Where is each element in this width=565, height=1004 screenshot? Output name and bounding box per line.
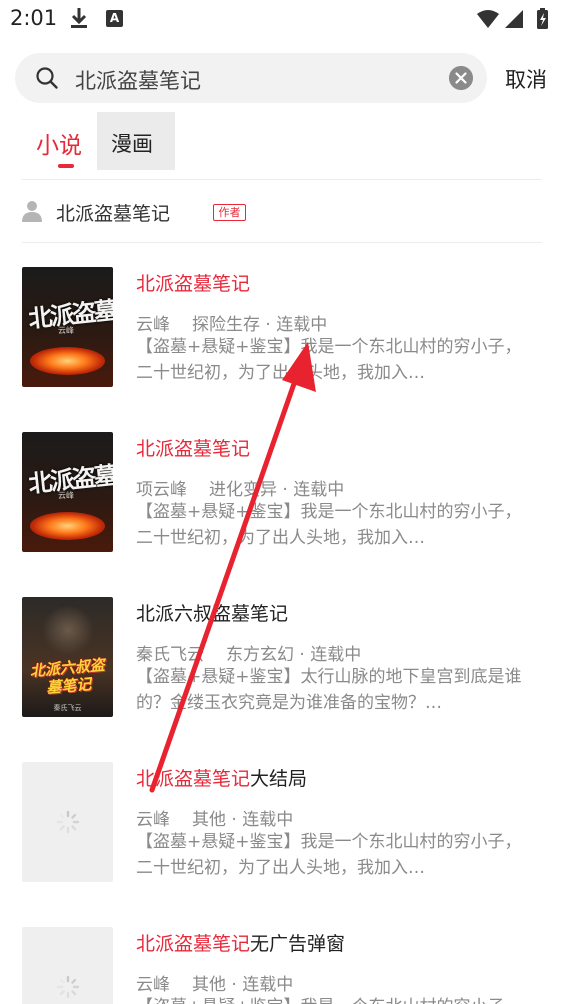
book-item[interactable]: 北派六叔盗墓笔记 秦氏飞云 北派六叔盗墓笔记 秦氏飞云 东方玄幻 · 连载中 【盗… xyxy=(22,597,542,719)
book-description: 【盗墓+悬疑+鉴宝】我是一个东北山村的穷小子，二十世纪初，为了出人头地，我加入… xyxy=(136,832,522,878)
book-genre-status: 东方玄幻 · 连载中 xyxy=(226,645,362,665)
title-rest: 北派六叔盗墓笔记 xyxy=(136,603,289,625)
status-time: 2:01 xyxy=(10,6,58,30)
book-meta: 云峰 探险生存 · 连载中 xyxy=(136,310,327,335)
book-genre-status: 进化变异 · 连载中 xyxy=(209,480,345,500)
title-highlight: 北派盗墓笔记 xyxy=(136,933,251,955)
tab-comic-label: 漫画 xyxy=(111,132,153,156)
book-author: 云峰 xyxy=(136,810,170,830)
book-item[interactable]: 北派盗墓 云峰 北派盗墓笔记 项云峰 进化变异 · 连载中 【盗墓+悬疑+鉴宝】我… xyxy=(22,432,542,554)
book-author: 云峰 xyxy=(136,315,170,335)
book-genre-status: 探险生存 · 连载中 xyxy=(192,315,328,335)
cover-author: 秦氏飞云 xyxy=(53,704,82,712)
cover-author: 云峰 xyxy=(58,326,74,335)
book-description: 【盗墓+悬疑+鉴宝】我是一个东北山村的穷小子，二十世纪初，为了出人头地，我加入… xyxy=(136,337,522,383)
book-author: 项云峰 xyxy=(136,480,187,500)
status-icons xyxy=(477,8,548,29)
book-cover: 北派盗墓 云峰 xyxy=(22,267,113,387)
loading-icon xyxy=(56,975,80,999)
cover-fire xyxy=(30,347,105,375)
book-cover-placeholder xyxy=(22,927,113,1004)
tab-novel[interactable]: 小说 xyxy=(36,112,82,170)
title-highlight: 北派盗墓笔记 xyxy=(136,768,251,790)
tab-active-indicator xyxy=(58,164,74,168)
status-bar: 2:01 A xyxy=(0,0,565,40)
signal-icon xyxy=(505,10,523,28)
book-genre-status: 其他 · 连载中 xyxy=(192,975,294,995)
book-description: 【盗墓+悬疑+鉴宝】我是一个东北山村的穷小子，二十世纪初，为了出人头地，我加入… xyxy=(136,994,532,1004)
book-meta: 云峰 其他 · 连载中 xyxy=(136,970,293,995)
loading-icon xyxy=(56,810,80,834)
book-description: 【盗墓+悬疑+鉴宝】太行山脉的地下皇宫到底是谁的？金缕玉衣究竟是为谁准备的宝物？… xyxy=(136,667,522,713)
search-input[interactable]: 北派盗墓笔记 xyxy=(75,65,201,95)
cover-author: 云峰 xyxy=(58,491,74,500)
cover-glow xyxy=(42,605,94,655)
book-title: 北派盗墓笔记 xyxy=(136,434,250,461)
book-description: 【盗墓+悬疑+鉴宝】我是一个东北山村的穷小子，二十世纪初，为了出人头地，我加入… xyxy=(136,502,522,548)
book-meta: 云峰 其他 · 连载中 xyxy=(136,805,293,830)
cover-fire xyxy=(30,512,105,540)
book-cover: 北派盗墓 云峰 xyxy=(22,432,113,552)
title-rest: 大结局 xyxy=(250,768,308,790)
notification-a-icon: A xyxy=(106,10,123,27)
download-icon xyxy=(71,8,87,28)
book-author: 秦氏飞云 xyxy=(136,645,204,665)
author-badge: 作者 xyxy=(213,204,246,221)
divider xyxy=(22,242,542,243)
search-icon xyxy=(36,67,58,89)
title-highlight: 北派盗墓笔记 xyxy=(136,438,251,460)
book-item[interactable]: 北派盗墓笔记大结局 云峰 其他 · 连载中 【盗墓+悬疑+鉴宝】我是一个东北山村的… xyxy=(22,762,542,884)
wifi-icon xyxy=(477,10,499,28)
clear-icon[interactable] xyxy=(449,66,473,90)
book-meta: 秦氏飞云 东方玄幻 · 连载中 xyxy=(136,640,361,665)
title-rest: 无广告弹窗 xyxy=(250,933,346,955)
person-icon xyxy=(22,201,42,222)
title-highlight: 北派盗墓笔记 xyxy=(136,273,251,295)
tab-comic[interactable]: 漫画 xyxy=(97,112,175,170)
search-box[interactable]: 北派盗墓笔记 xyxy=(15,53,487,103)
book-title: 北派盗墓笔记 xyxy=(136,269,250,296)
book-item[interactable]: 北派盗墓笔记无广告弹窗 云峰 其他 · 连载中 【盗墓+悬疑+鉴宝】我是一个东北山… xyxy=(22,927,542,1004)
book-genre-status: 其他 · 连载中 xyxy=(192,810,294,830)
book-title: 北派盗墓笔记大结局 xyxy=(136,764,307,791)
book-title: 北派六叔盗墓笔记 xyxy=(136,599,288,626)
book-item[interactable]: 北派盗墓 云峰 北派盗墓笔记 云峰 探险生存 · 连载中 【盗墓+悬疑+鉴宝】我是… xyxy=(22,267,542,389)
book-cover: 北派六叔盗墓笔记 秦氏飞云 xyxy=(22,597,113,717)
book-cover-placeholder xyxy=(22,762,113,882)
tab-novel-label: 小说 xyxy=(36,133,82,159)
book-author: 云峰 xyxy=(136,975,170,995)
book-title: 北派盗墓笔记无广告弹窗 xyxy=(136,929,345,956)
book-meta: 项云峰 进化变异 · 连载中 xyxy=(136,475,344,500)
cancel-button[interactable]: 取消 xyxy=(505,64,547,94)
divider xyxy=(22,179,542,180)
cover-title: 北派六叔盗墓笔记 xyxy=(29,655,106,697)
author-result[interactable]: 北派盗墓笔记 作者 xyxy=(22,196,542,228)
author-name: 北派盗墓笔记 xyxy=(56,203,171,225)
